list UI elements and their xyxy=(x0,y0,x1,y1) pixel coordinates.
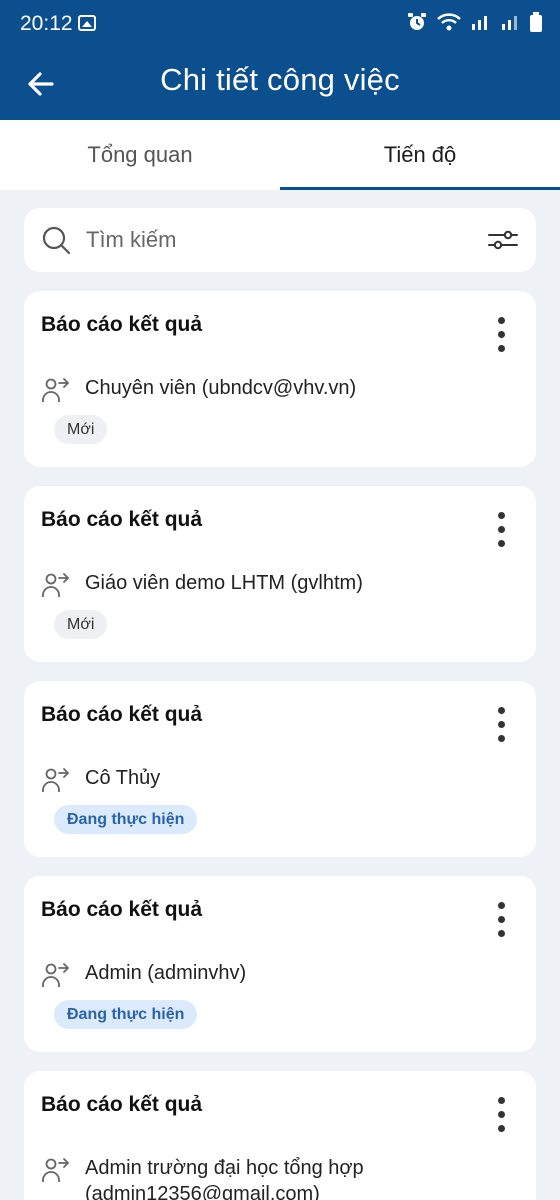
alarm-icon xyxy=(406,11,428,38)
task-card[interactable]: Báo cáo kết quả Admin (adminvhv) Đang th… xyxy=(24,876,536,1052)
signal-icon xyxy=(470,12,492,37)
wifi-icon xyxy=(436,11,462,38)
status-badge: Đang thực hiện xyxy=(54,1000,198,1029)
task-card[interactable]: Báo cáo kết quả Cô Thủy Đang thực hiện xyxy=(24,681,536,857)
signal-icon-2 xyxy=(500,12,522,37)
person-assign-icon xyxy=(41,570,71,600)
app-bar: Chi tiết công việc xyxy=(0,50,560,120)
card-title: Báo cáo kết quả xyxy=(41,703,203,726)
search-input[interactable] xyxy=(86,220,466,260)
card-title: Báo cáo kết quả xyxy=(41,313,203,336)
tab-bar: Tổng quan Tiến độ xyxy=(0,120,560,190)
tab-overview[interactable]: Tổng quan xyxy=(0,120,280,190)
status-badge: Mới xyxy=(54,415,108,444)
card-assignee: Cô Thủy xyxy=(85,767,161,789)
image-notification-icon xyxy=(78,15,96,31)
search-icon xyxy=(40,224,72,256)
more-options-icon[interactable] xyxy=(492,510,512,550)
page-title: Chi tiết công việc xyxy=(160,62,400,97)
active-tab-indicator xyxy=(280,187,560,190)
more-options-icon[interactable] xyxy=(492,315,512,355)
card-assignee: Admin trường đại học tổng hợp (admin1235… xyxy=(85,1157,364,1200)
battery-icon xyxy=(530,11,542,37)
task-card[interactable]: Báo cáo kết quả Giáo viên demo LHTM (gvl… xyxy=(24,486,536,662)
task-card[interactable]: Báo cáo kết quả Chuyên viên (ubndcv@vhv.… xyxy=(24,291,536,467)
person-assign-icon xyxy=(41,375,71,405)
status-badge: Mới xyxy=(54,610,108,639)
card-assignee: Admin (adminvhv) xyxy=(85,962,247,984)
tab-progress[interactable]: Tiến độ xyxy=(280,120,560,190)
card-title: Báo cáo kết quả xyxy=(41,1093,203,1116)
status-badge: Đang thực hiện xyxy=(54,805,198,834)
task-card[interactable]: Báo cáo kết quả Admin trường đại học tổn… xyxy=(24,1071,536,1200)
person-assign-icon xyxy=(41,765,71,795)
system-icons xyxy=(406,11,542,38)
card-title: Báo cáo kết quả xyxy=(41,898,203,921)
person-assign-icon xyxy=(41,1155,71,1185)
search-bar xyxy=(24,208,536,272)
more-options-icon[interactable] xyxy=(492,900,512,940)
more-options-icon[interactable] xyxy=(492,705,512,745)
filter-icon[interactable] xyxy=(486,224,520,256)
card-assignee: Chuyên viên (ubndcv@vhv.vn) xyxy=(85,377,357,399)
card-title: Báo cáo kết quả xyxy=(41,508,203,531)
more-options-icon[interactable] xyxy=(492,1095,512,1135)
status-bar: 20:12 xyxy=(0,0,560,50)
card-assignee: Giáo viên demo LHTM (gvlhtm) xyxy=(85,572,363,594)
status-time: 20:12 xyxy=(20,12,73,35)
person-assign-icon xyxy=(41,960,71,990)
